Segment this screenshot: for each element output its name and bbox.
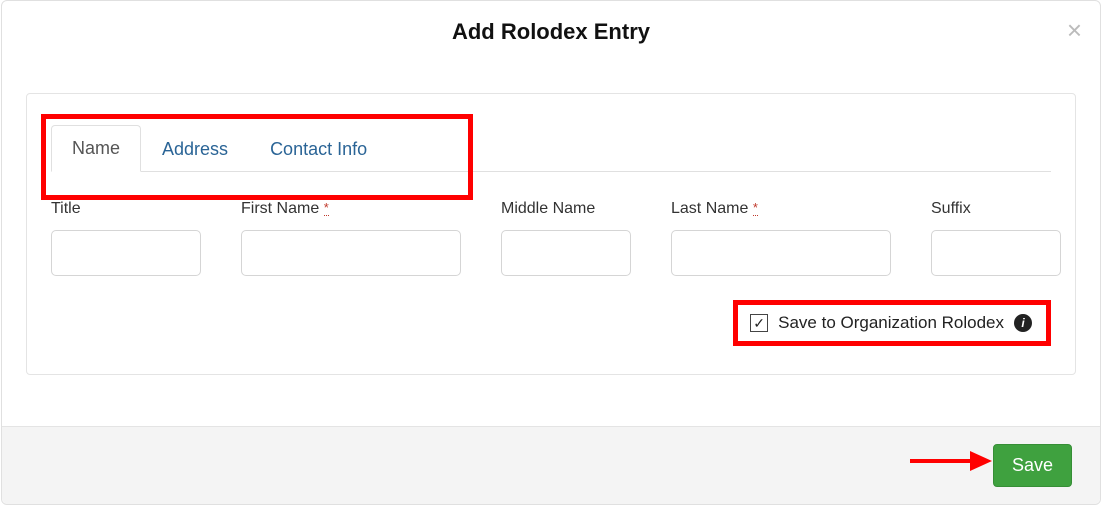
save-to-rolodex-row: ✓ Save to Organization Rolodex i — [51, 300, 1051, 346]
field-first-name: First Name * — [241, 200, 461, 276]
tab-contact-info[interactable]: Contact Info — [249, 126, 388, 172]
info-icon[interactable]: i — [1014, 314, 1032, 332]
input-first-name[interactable] — [241, 230, 461, 276]
input-middle-name[interactable] — [501, 230, 631, 276]
annotation-arrow-icon — [908, 448, 992, 474]
modal-dialog: Add Rolodex Entry × Name Address Contact… — [1, 0, 1101, 505]
label-first-name: First Name * — [241, 200, 461, 218]
checkbox-label: Save to Organization Rolodex — [778, 313, 1004, 333]
label-last-name-text: Last Name — [671, 200, 748, 217]
required-indicator: * — [753, 200, 758, 216]
close-icon[interactable]: × — [1067, 17, 1082, 43]
modal-footer: Save — [2, 426, 1100, 504]
modal-title: Add Rolodex Entry — [22, 19, 1080, 45]
input-last-name[interactable] — [671, 230, 891, 276]
field-middle-name: Middle Name — [501, 200, 631, 276]
name-fields-row: Title First Name * Middle Name Last Name… — [51, 172, 1051, 276]
form-panel: Name Address Contact Info Title First Na… — [26, 93, 1076, 375]
annotation-highlight-checkbox: ✓ Save to Organization Rolodex i — [733, 300, 1051, 346]
input-suffix[interactable] — [931, 230, 1061, 276]
input-title[interactable] — [51, 230, 201, 276]
label-middle-name: Middle Name — [501, 200, 631, 218]
label-suffix: Suffix — [931, 200, 1061, 218]
field-title: Title — [51, 200, 201, 276]
tab-row: Name Address Contact Info — [51, 94, 1051, 172]
label-title: Title — [51, 200, 201, 218]
field-last-name: Last Name * — [671, 200, 891, 276]
tab-name[interactable]: Name — [51, 125, 141, 172]
label-last-name: Last Name * — [671, 200, 891, 218]
save-button[interactable]: Save — [993, 444, 1072, 487]
field-suffix: Suffix — [931, 200, 1061, 276]
label-first-name-text: First Name — [241, 200, 319, 217]
tab-address[interactable]: Address — [141, 126, 249, 172]
checkbox-save-org-rolodex[interactable]: ✓ — [750, 314, 768, 332]
modal-header: Add Rolodex Entry × — [2, 1, 1100, 59]
required-indicator: * — [324, 200, 329, 216]
